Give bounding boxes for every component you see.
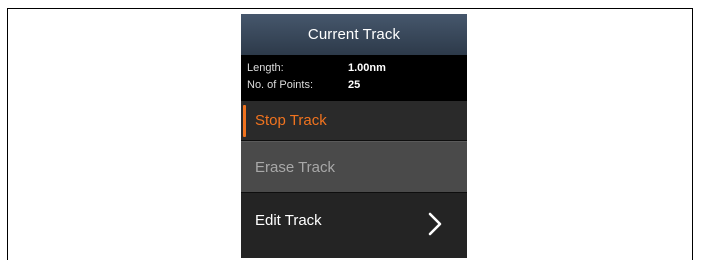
points-row: No. of Points: 25 bbox=[247, 77, 461, 93]
screen-title: Current Track bbox=[241, 14, 467, 55]
length-row: Length: 1.00nm bbox=[247, 60, 461, 76]
length-label: Length: bbox=[247, 62, 284, 74]
points-label: No. of Points: bbox=[247, 79, 314, 91]
erase-track-button[interactable]: Erase Track bbox=[241, 141, 467, 193]
chevron-right-icon bbox=[428, 212, 442, 236]
device-screen: Current Track Length: 1.00nm No. of Poin… bbox=[241, 14, 467, 258]
length-value: 1.00nm bbox=[348, 62, 386, 74]
erase-track-label: Erase Track bbox=[255, 159, 336, 176]
edit-track-button[interactable]: Edit Track bbox=[241, 193, 467, 258]
stop-track-button[interactable]: Stop Track bbox=[241, 101, 467, 141]
track-info-panel: Length: 1.00nm No. of Points: 25 bbox=[241, 55, 467, 101]
points-value: 25 bbox=[348, 79, 361, 91]
selection-indicator bbox=[243, 105, 246, 137]
edit-track-label: Edit Track bbox=[255, 212, 322, 229]
stop-track-label: Stop Track bbox=[255, 112, 327, 129]
